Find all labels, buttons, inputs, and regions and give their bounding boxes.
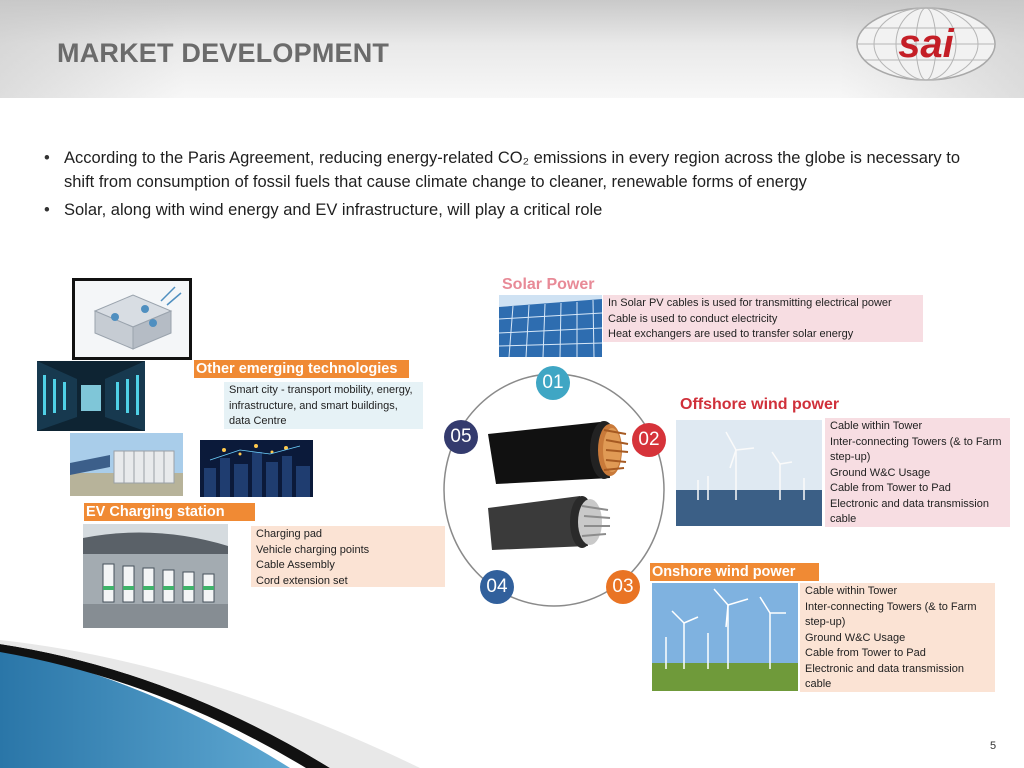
onshore-line: Inter-connecting Towers (& to Farm step-…	[805, 600, 977, 629]
solar-power-title: Solar Power	[502, 276, 595, 293]
copper-cable-image	[488, 421, 629, 484]
step-number-05: 05	[444, 420, 478, 454]
bullet-item: Solar, along with wind energy and EV inf…	[42, 198, 992, 222]
bullet-list: According to the Paris Agreement, reduci…	[42, 146, 992, 226]
onshore-line: Cable from Tower to Pad	[805, 647, 926, 659]
ev-charging-photo	[83, 524, 228, 628]
offshore-wind-title: Offshore wind power	[680, 396, 840, 413]
step-number-04: 04	[480, 570, 514, 604]
solar-line: Heat exchangers are used to transfer sol…	[608, 328, 854, 340]
emerging-tech-box: Smart city - transport mobility, energy,…	[224, 382, 423, 429]
smart-city-photo	[200, 440, 313, 497]
battery-storage-photo	[70, 433, 183, 496]
step-number-01: 01	[536, 366, 570, 400]
offshore-line: Cable within Tower	[830, 420, 923, 432]
solar-line: In Solar PV cables is used for transmitt…	[608, 297, 892, 309]
onshore-wind-title: Onshore wind power	[650, 563, 819, 581]
offshore-line: Inter-connecting Towers (& to Farm step-…	[830, 435, 1002, 464]
smart-home-diagram-frame	[72, 278, 192, 360]
onshore-line: Electronic and data transmission cable	[805, 662, 964, 691]
smart-home-diagram-image	[75, 281, 189, 357]
ev-line: Cord extension set	[256, 574, 348, 587]
ev-line: Charging pad	[256, 528, 323, 540]
solar-panel-photo	[499, 295, 602, 357]
emerging-tech-title: Other emerging technologies	[194, 360, 409, 378]
offshore-info-box: Cable within Tower Inter-connecting Towe…	[825, 418, 1010, 527]
step-number-02: 02	[632, 423, 666, 457]
slide-title: MARKET DEVELOPMENT	[57, 38, 390, 68]
offshore-line: Ground W&C Usage	[830, 466, 931, 479]
solar-line: Cable is used to conduct electricity	[608, 312, 778, 325]
ev-charging-box: Charging pad Vehicle charging points Cab…	[251, 526, 445, 587]
footer-swoosh-decoration	[0, 640, 420, 768]
emerging-tech-text: Smart city - transport mobility, energy,…	[229, 384, 413, 427]
onshore-wind-photo	[652, 583, 798, 691]
aluminum-cable-image	[488, 496, 611, 550]
step-number-03: 03	[606, 570, 640, 604]
solar-info-box: In Solar PV cables is used for transmitt…	[603, 295, 923, 342]
offshore-wind-photo	[676, 420, 822, 526]
onshore-info-box: Cable within Tower Inter-connecting Towe…	[800, 583, 995, 692]
bullet-item: According to the Paris Agreement, reduci…	[42, 146, 992, 194]
onshore-line: Cable within Tower	[805, 585, 898, 597]
ev-charging-title: EV Charging station	[84, 503, 255, 521]
offshore-line: Cable from Tower to Pad	[830, 482, 951, 494]
page-number: 5	[990, 740, 997, 752]
ev-line: Cable Assembly	[256, 559, 335, 571]
onshore-line: Ground W&C Usage	[805, 631, 906, 644]
logo-text: sai	[898, 22, 954, 66]
offshore-line: Electronic and data transmission cable	[830, 497, 989, 526]
data-centre-photo	[37, 361, 145, 431]
sai-logo: sai	[856, 7, 996, 81]
ev-line: Vehicle charging points	[256, 543, 370, 556]
